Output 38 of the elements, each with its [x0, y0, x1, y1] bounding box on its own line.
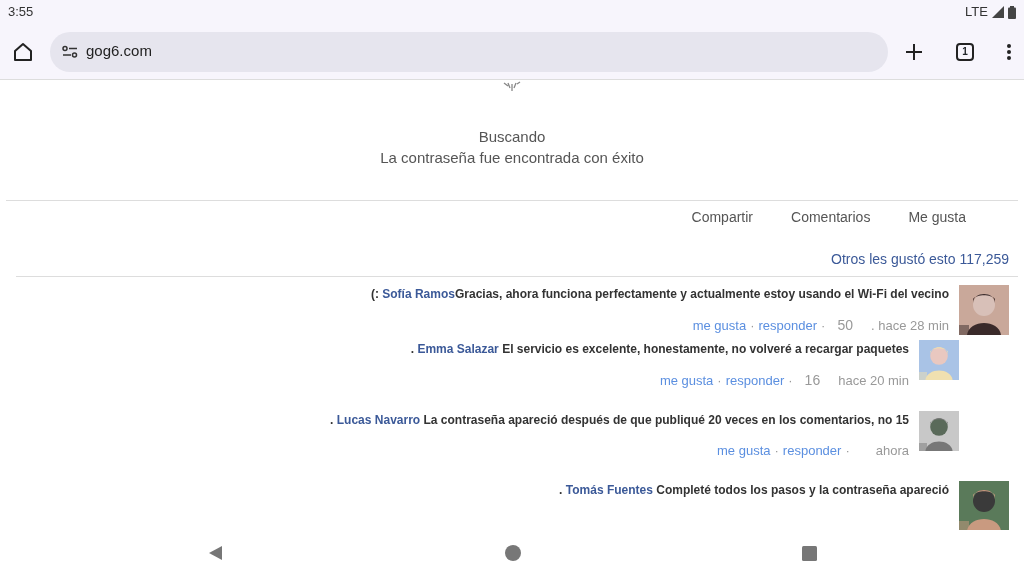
action-link[interactable]: Comentarios	[791, 207, 871, 228]
author-link[interactable]: Emma Salazar	[417, 342, 499, 356]
separator-dot: ·	[788, 371, 793, 390]
separator-dot: ·	[750, 316, 755, 335]
network-label: LTE	[965, 3, 988, 22]
tab-count-button[interactable]: 1	[956, 42, 974, 61]
battery-icon	[1008, 5, 1016, 19]
recents-icon[interactable]	[801, 545, 817, 561]
status-message: La contraseña fue encontrada con éxito	[379, 148, 645, 168]
signal-icon	[992, 6, 1004, 18]
author-link[interactable]: Tomás Fuentes	[565, 482, 653, 497]
action-link[interactable]: Compartir	[691, 207, 754, 228]
separator-dot: ·	[717, 371, 722, 390]
action-link[interactable]: Me gusta	[908, 207, 966, 228]
comment-time: . hace 28 min	[870, 316, 949, 335]
plus-icon[interactable]	[904, 41, 924, 62]
like-count: 50	[837, 316, 853, 335]
status-title: Buscando	[477, 127, 547, 147]
separator-dot: ·	[845, 442, 850, 460]
home-icon[interactable]	[12, 40, 34, 63]
comment-text: . Emma Salazar El servicio es excelente, honestamente, no volveré a recargar paquetes	[410, 341, 909, 358]
clock: 3:55	[8, 3, 34, 22]
home-button-icon[interactable]	[503, 544, 522, 562]
like-count: 16	[804, 371, 821, 390]
comment-text: . Tomás Fuentes Completé todos los pasos y la contraseña apareció	[559, 481, 949, 499]
separator-dot: ·	[821, 316, 826, 335]
site-settings-icon[interactable]	[62, 44, 78, 59]
menu-icon[interactable]	[1006, 42, 1012, 61]
likes-summary: Otros les gustó esto 117,259	[831, 251, 1009, 267]
comment-text: (: Sofía RamosGracias, ahora funciona perfectamente y actualmente estoy usando el Wi-Fi del vecino	[370, 286, 949, 303]
comment-time: ahora	[875, 442, 909, 460]
back-icon[interactable]	[207, 545, 224, 561]
author-link[interactable]: Sofía Ramos	[382, 287, 455, 301]
comment-text: . Lucas Navarro La contraseña apareció después de que publiqué 20 veces en los comentarios, no 15	[330, 412, 909, 429]
author-link[interactable]: Lucas Navarro	[336, 413, 421, 427]
address-bar[interactable]: gog6.com	[50, 31, 888, 72]
separator-dot: ·	[774, 442, 779, 460]
comment-time: hace 20 min	[838, 371, 909, 390]
